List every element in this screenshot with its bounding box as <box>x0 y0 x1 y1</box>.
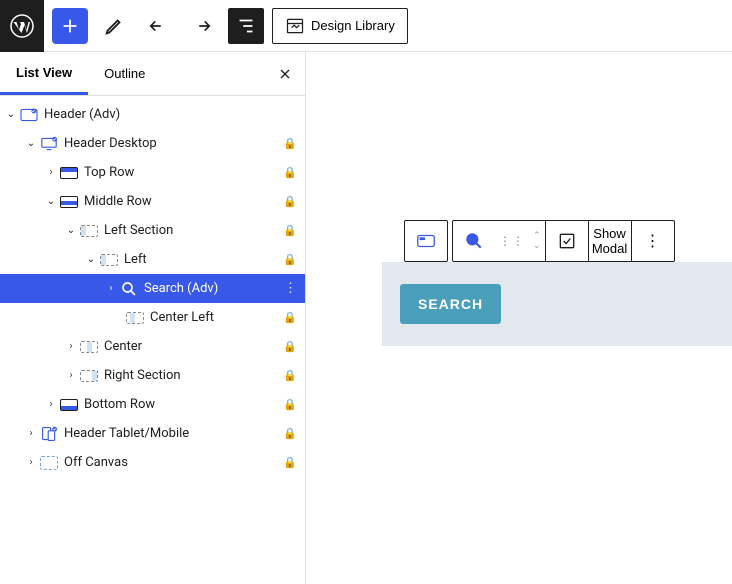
add-block-button[interactable] <box>52 8 88 44</box>
search-icon <box>118 280 140 298</box>
search-block-icon-button[interactable] <box>453 221 495 261</box>
search-button[interactable]: SEARCH <box>400 284 501 324</box>
chevron-down-icon[interactable] <box>4 109 18 120</box>
tree-item-label: Center <box>104 339 283 354</box>
header-preview-block: SEARCH <box>382 262 732 346</box>
tree-item-center[interactable]: Center 🔒 <box>0 332 305 361</box>
tree-item-label: Header Tablet/Mobile <box>64 426 283 441</box>
chevron-down-icon[interactable] <box>64 225 78 236</box>
tree-item-label: Off Canvas <box>64 455 283 470</box>
tree-item-label: Left Section <box>104 223 283 238</box>
lock-icon: 🔒 <box>283 311 297 324</box>
design-library-button[interactable]: Design Library <box>272 8 408 44</box>
lock-icon: 🔒 <box>283 166 297 179</box>
header-block-icon <box>18 106 40 124</box>
tree-item-right-section[interactable]: Right Section 🔒 <box>0 361 305 390</box>
tree-item-label: Search (Adv) <box>144 281 284 296</box>
tab-outline[interactable]: Outline <box>88 52 161 95</box>
section-center-icon <box>78 338 100 356</box>
chevron-down-icon[interactable] <box>44 196 58 207</box>
section-centerleft-icon <box>124 309 146 327</box>
tablet-mobile-icon <box>38 425 60 443</box>
move-up-button[interactable]: ⌃ <box>533 231 541 241</box>
tree-item-header-tablet-mobile[interactable]: Header Tablet/Mobile 🔒 <box>0 419 305 448</box>
parent-block-button[interactable] <box>546 221 588 261</box>
chevron-right-icon[interactable] <box>24 457 38 468</box>
show-modal-button[interactable]: Show Modal <box>589 221 631 261</box>
tree-item-top-row[interactable]: Top Row 🔒 <box>0 158 305 187</box>
tree-item-label: Header (Adv) <box>44 107 297 122</box>
block-tree: Header (Adv) Header Desktop 🔒 Top Row 🔒 … <box>0 96 305 477</box>
tree-item-left-section[interactable]: Left Section 🔒 <box>0 216 305 245</box>
chevron-right-icon[interactable] <box>64 370 78 381</box>
tree-item-search[interactable]: Search (Adv) ⋮ <box>0 274 305 303</box>
lock-icon: 🔒 <box>283 340 297 353</box>
move-down-button[interactable]: ⌄ <box>533 241 541 251</box>
tree-item-label: Left <box>124 252 283 267</box>
lock-icon: 🔒 <box>283 137 297 150</box>
chevron-down-icon[interactable] <box>84 254 98 265</box>
edit-button[interactable] <box>96 8 132 44</box>
lock-icon: 🔒 <box>283 195 297 208</box>
tree-item-label: Center Left <box>150 310 283 325</box>
lock-icon: 🔒 <box>283 253 297 266</box>
block-toolbar: ⋮⋮ ⌃ ⌄ Show Modal ⋮ <box>452 220 675 262</box>
row-top-icon <box>58 164 80 182</box>
close-panel-button[interactable] <box>275 64 295 84</box>
chevron-right-icon[interactable] <box>24 428 38 439</box>
tree-item-center-left[interactable]: Center Left 🔒 <box>0 303 305 332</box>
list-view-toggle-button[interactable] <box>228 8 264 44</box>
section-left-icon <box>78 222 100 240</box>
tree-item-label: Middle Row <box>84 194 283 209</box>
section-left-icon <box>98 251 120 269</box>
wordpress-logo[interactable] <box>0 0 44 52</box>
tree-item-label: Right Section <box>104 368 283 383</box>
sidebar: List View Outline Header (Adv) Header De… <box>0 52 306 584</box>
lock-icon: 🔒 <box>283 456 297 469</box>
tree-item-header[interactable]: Header (Adv) <box>0 100 305 129</box>
drag-handle-icon[interactable]: ⋮⋮ <box>495 234 529 248</box>
tree-item-label: Bottom Row <box>84 397 283 412</box>
block-type-button[interactable] <box>405 221 447 261</box>
lock-icon: 🔒 <box>283 427 297 440</box>
section-right-icon <box>78 367 100 385</box>
chevron-right-icon[interactable] <box>44 399 58 410</box>
tree-item-label: Top Row <box>84 165 283 180</box>
tree-item-middle-row[interactable]: Middle Row 🔒 <box>0 187 305 216</box>
more-options-icon[interactable]: ⋮ <box>284 281 297 296</box>
undo-button[interactable] <box>140 8 176 44</box>
tree-item-left[interactable]: Left 🔒 <box>0 245 305 274</box>
tree-item-bottom-row[interactable]: Bottom Row 🔒 <box>0 390 305 419</box>
design-library-label: Design Library <box>311 18 395 33</box>
tree-item-off-canvas[interactable]: Off Canvas 🔒 <box>0 448 305 477</box>
desktop-icon <box>38 135 60 153</box>
chevron-right-icon[interactable] <box>64 341 78 352</box>
lock-icon: 🔒 <box>283 369 297 382</box>
tree-item-label: Header Desktop <box>64 136 283 151</box>
chevron-right-icon[interactable] <box>104 283 118 294</box>
tab-list-view[interactable]: List View <box>0 52 88 95</box>
off-canvas-icon <box>38 454 60 472</box>
lock-icon: 🔒 <box>283 398 297 411</box>
tree-item-header-desktop[interactable]: Header Desktop 🔒 <box>0 129 305 158</box>
chevron-down-icon[interactable] <box>24 138 38 149</box>
editor-canvas: ⋮⋮ ⌃ ⌄ Show Modal ⋮ <box>306 52 732 584</box>
row-bottom-icon <box>58 396 80 414</box>
block-options-button[interactable]: ⋮ <box>632 221 674 261</box>
chevron-right-icon[interactable] <box>44 167 58 178</box>
row-middle-icon <box>58 193 80 211</box>
redo-button[interactable] <box>184 8 220 44</box>
block-type-indicator[interactable] <box>404 220 448 262</box>
lock-icon: 🔒 <box>283 224 297 237</box>
